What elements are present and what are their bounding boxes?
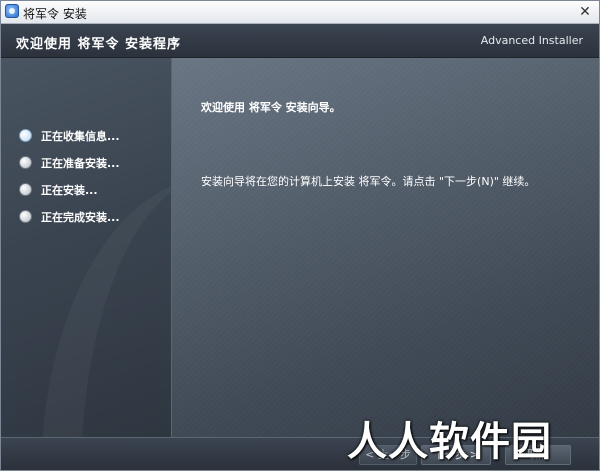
radio-step-icon xyxy=(19,210,32,223)
close-icon[interactable]: ✕ xyxy=(577,4,593,20)
button-bar: < 上一步 下一步 > 取消 xyxy=(1,437,599,470)
wizard-header: 欢迎使用 将军令 安装程序 Advanced Installer xyxy=(1,24,599,58)
window-title: 将军令 安装 xyxy=(23,7,87,21)
step-label: 正在完成安装... xyxy=(41,210,120,224)
radio-step-icon xyxy=(19,156,32,169)
next-button[interactable]: 下一步 > xyxy=(421,445,491,465)
step-label: 正在安装... xyxy=(41,183,98,197)
welcome-body-text: 安装向导将在您的计算机上安装 将军令。请点击 "下一步(N)" 继续。 xyxy=(201,175,536,188)
step-label: 正在准备安装... xyxy=(41,156,120,170)
step-item-installing: 正在安装... xyxy=(19,176,120,203)
back-button[interactable]: < 上一步 xyxy=(359,445,417,465)
step-item-finishing: 正在完成安装... xyxy=(19,203,120,230)
step-item-preparing: 正在准备安装... xyxy=(19,149,120,176)
installer-window: 将军令 安装 ✕ 欢迎使用 将军令 安装程序 Advanced Installe… xyxy=(0,0,600,471)
welcome-heading: 欢迎使用 将军令 安装向导。 xyxy=(201,101,341,114)
welcome-panel: 欢迎使用 将军令 安装向导。 安装向导将在您的计算机上安装 将军令。请点击 "下… xyxy=(172,58,599,437)
title-bar[interactable]: 将军令 安装 ✕ xyxy=(1,1,599,24)
header-title: 欢迎使用 将军令 安装程序 xyxy=(16,37,182,52)
installer-app-icon xyxy=(5,4,19,18)
radio-step-icon xyxy=(19,183,32,196)
step-item-collecting-info: 正在收集信息... xyxy=(19,122,120,149)
steps-list: 正在收集信息... 正在准备安装... 正在安装... 正在完成安装... xyxy=(19,122,120,230)
steps-sidebar: 正在收集信息... 正在准备安装... 正在安装... 正在完成安装... xyxy=(1,58,172,437)
radio-step-current-icon xyxy=(19,129,32,142)
cancel-button[interactable]: 取消 xyxy=(505,445,571,465)
step-label: 正在收集信息... xyxy=(41,129,120,143)
brand-label: Advanced Installer xyxy=(480,34,583,47)
